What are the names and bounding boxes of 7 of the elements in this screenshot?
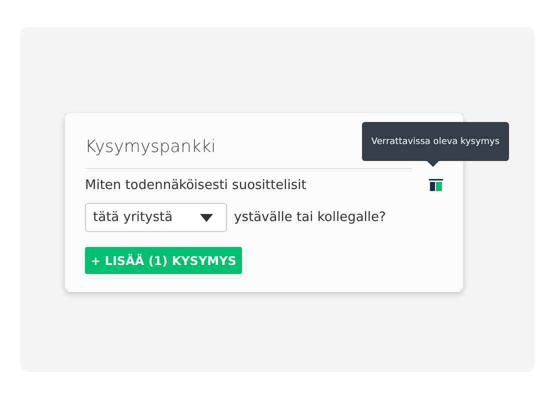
question-text: ystävälle tai kollegalle? bbox=[234, 210, 386, 225]
caret-icon bbox=[200, 214, 213, 222]
dropdown-field[interactable]: tätä yritystä bbox=[85, 203, 227, 232]
question-text: Miten todennäköisesti suosittelisit bbox=[85, 178, 306, 192]
tooltip: Verrattavissa oleva kysymys bbox=[362, 122, 509, 167]
columns-icon bbox=[429, 179, 443, 191]
card-title: Kysymyspankki bbox=[85, 137, 216, 159]
